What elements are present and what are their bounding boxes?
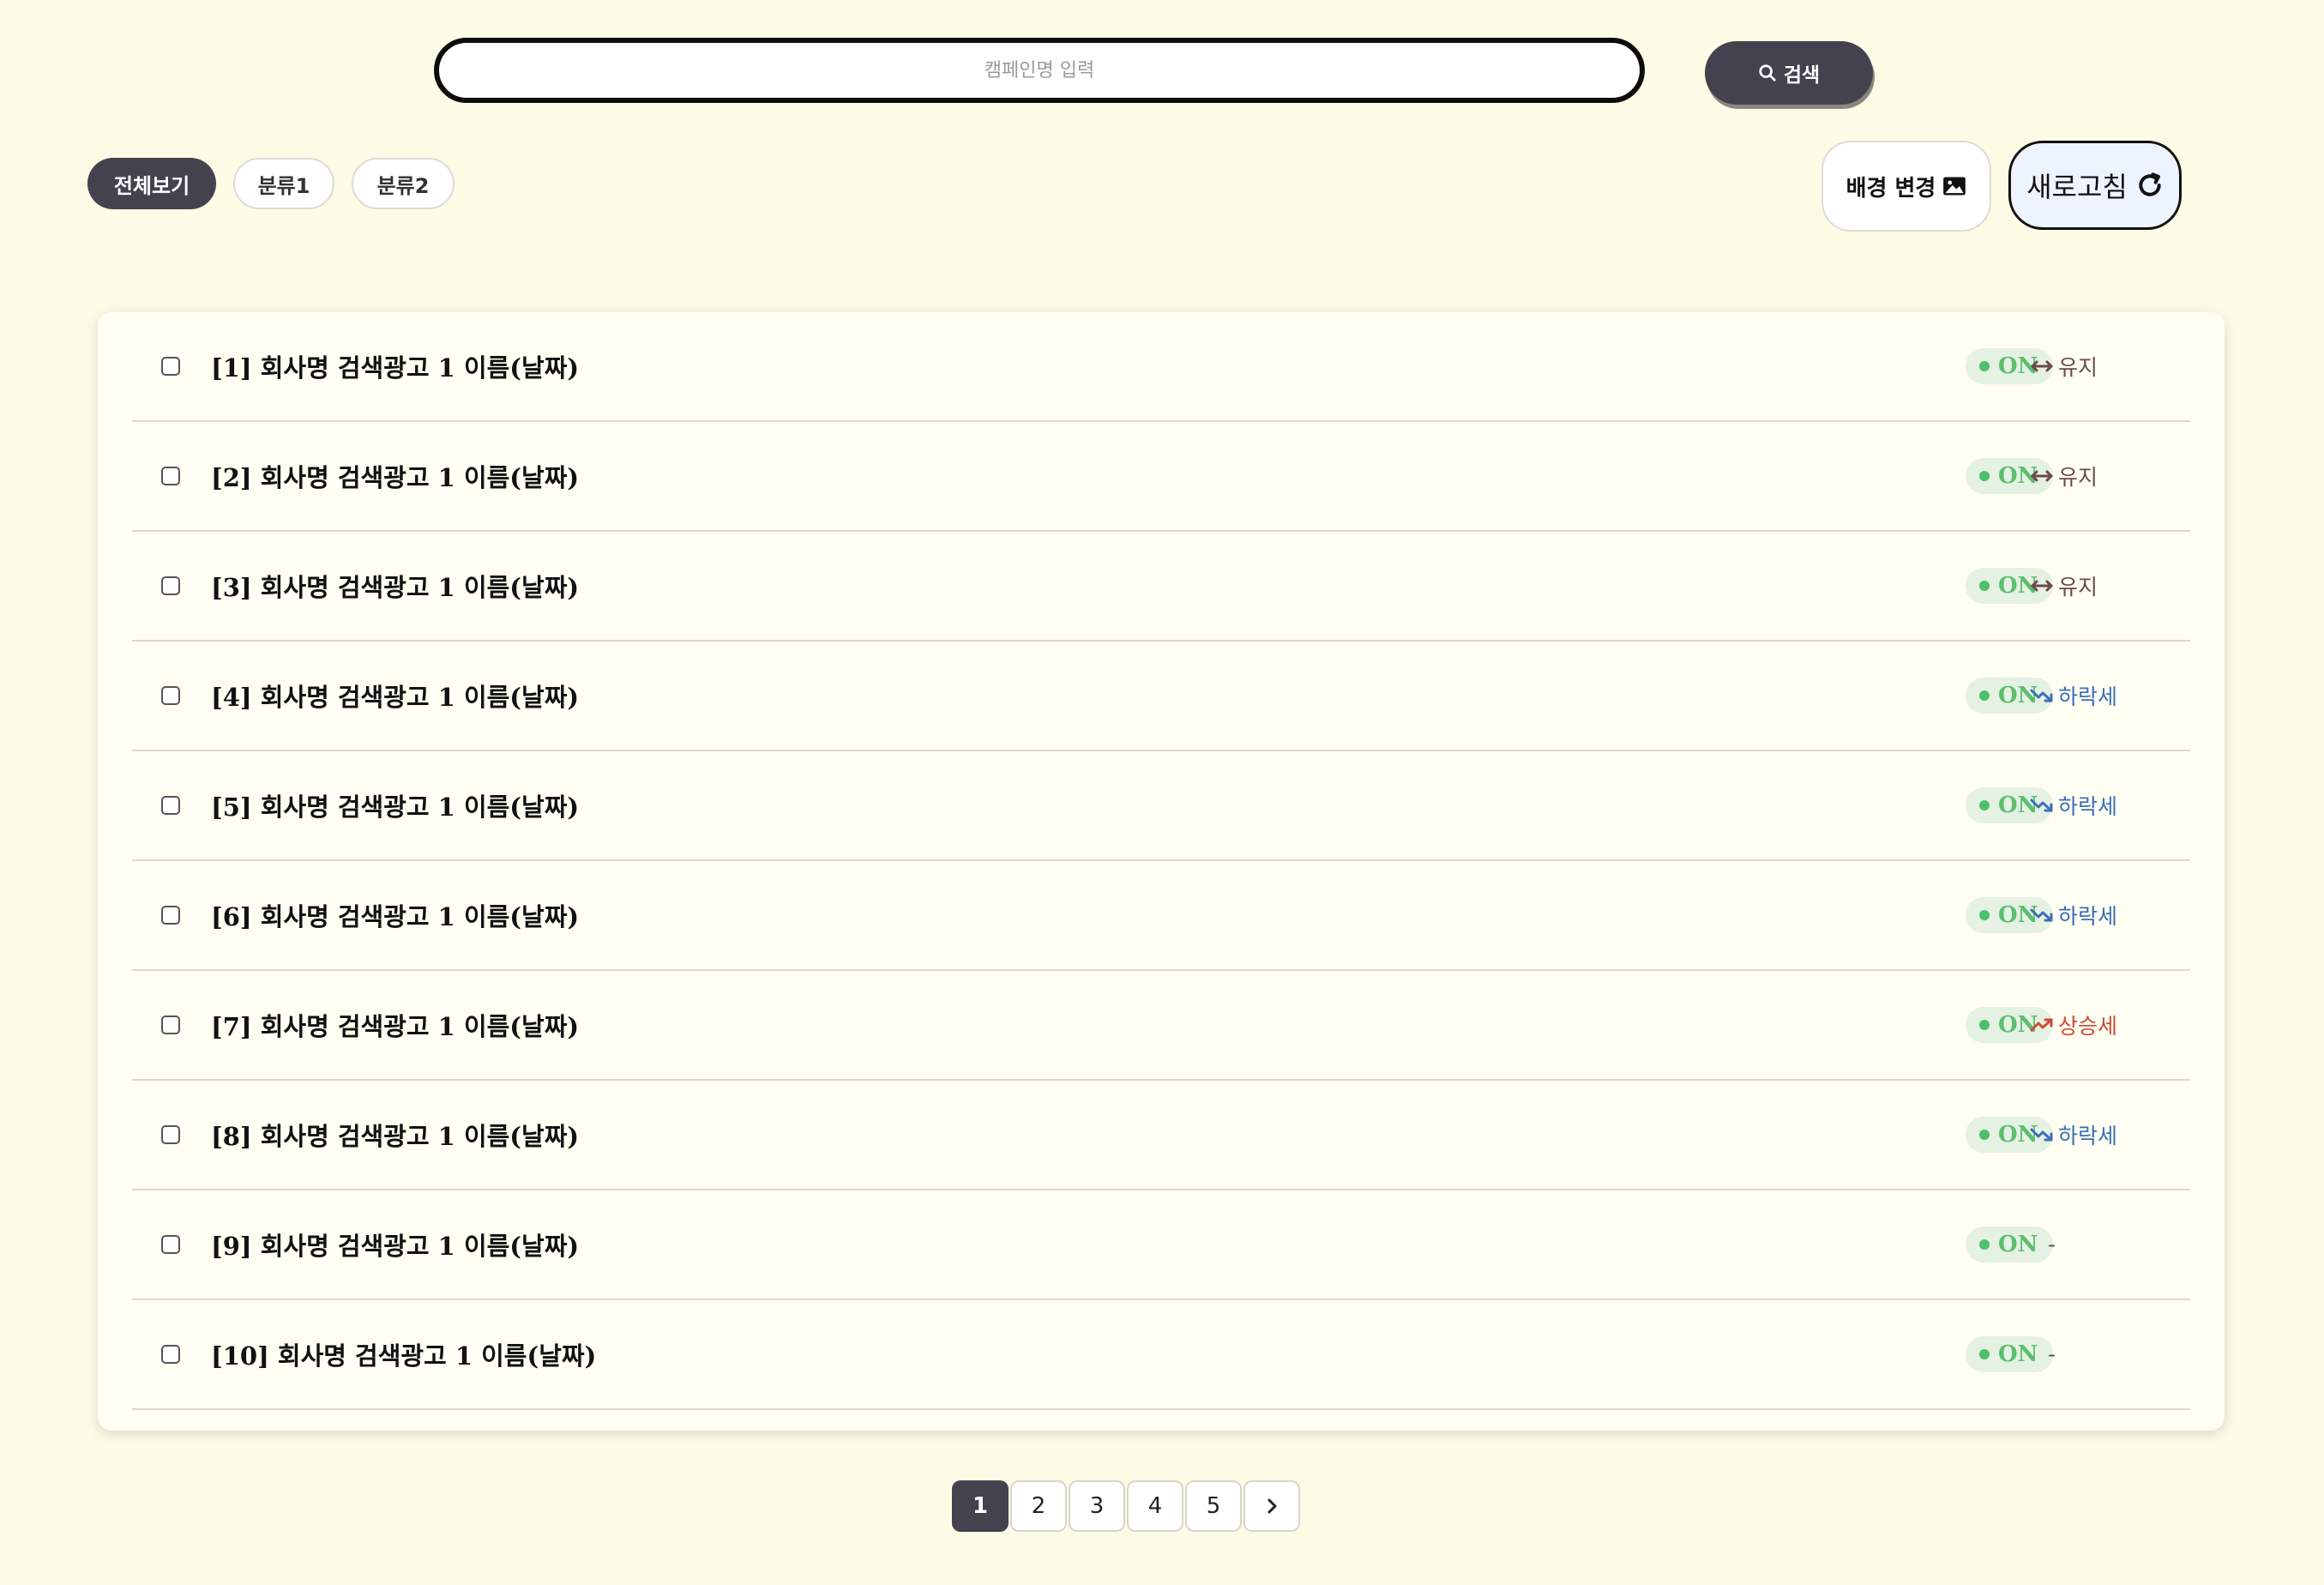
row-checkbox[interactable] xyxy=(161,1015,180,1034)
campaign-title[interactable]: [4] 회사명 검색광고 1 이름(날짜) xyxy=(211,678,579,714)
campaign-row: [2] 회사명 검색광고 1 이름(날짜) ON 유지 xyxy=(132,422,2190,532)
filter-category-1[interactable]: 분류1 xyxy=(233,158,334,209)
trend-label: 하락세 xyxy=(2058,1124,2118,1148)
status-label: ON xyxy=(1998,1341,2038,1367)
refresh-button[interactable]: 새로고침 xyxy=(2008,141,2182,230)
trend-indicator: 유지 xyxy=(2029,461,2098,491)
status-dot-icon xyxy=(1979,1239,1990,1250)
trend-indicator: 하락세 xyxy=(2029,900,2117,931)
search-icon xyxy=(1759,64,1776,81)
campaign-row: [8] 회사명 검색광고 1 이름(날짜) ON 하락세 xyxy=(132,1081,2190,1190)
filter-all-label: 전체보기 xyxy=(113,173,190,198)
trend-indicator: - xyxy=(2048,1232,2056,1257)
search-button-label: 검색 xyxy=(1783,64,1821,87)
campaign-list-card: [1] 회사명 검색광고 1 이름(날짜) ON 유지 [2] 회사명 검색광고 1 … xyxy=(98,312,2225,1431)
page-4-button[interactable]: 4 xyxy=(1127,1480,1183,1532)
image-icon xyxy=(1943,177,1966,196)
filter-category-2[interactable]: 분류2 xyxy=(352,158,455,209)
trend-label: 하락세 xyxy=(2058,904,2118,929)
filter-all[interactable]: 전체보기 xyxy=(87,158,216,209)
change-background-label: 배경 변경 xyxy=(1845,175,1936,202)
trending-down-icon xyxy=(2030,908,2053,922)
trend-indicator: 유지 xyxy=(2029,570,2098,601)
campaign-title[interactable]: [7] 회사명 검색광고 1 이름(날짜) xyxy=(211,1007,579,1043)
campaign-row: [1] 회사명 검색광고 1 이름(날짜) ON 유지 xyxy=(132,312,2190,422)
status-dot-icon xyxy=(1979,361,1990,371)
status-dot-icon xyxy=(1979,471,1990,481)
trend-indicator: 하락세 xyxy=(2029,680,2117,711)
trend-label: 유지 xyxy=(2058,465,2098,490)
row-checkbox[interactable] xyxy=(161,1345,180,1364)
row-checkbox[interactable] xyxy=(161,1235,180,1254)
campaign-row: [7] 회사명 검색광고 1 이름(날짜) ON 상승세 xyxy=(132,971,2190,1081)
change-background-button[interactable]: 배경 변경 xyxy=(1821,141,1991,232)
status-dot-icon xyxy=(1979,581,1990,591)
trending-down-icon xyxy=(2030,799,2053,812)
campaign-title[interactable]: [3] 회사명 검색광고 1 이름(날짜) xyxy=(211,568,579,604)
campaign-title[interactable]: [1] 회사명 검색광고 1 이름(날짜) xyxy=(211,348,579,384)
trend-indicator: 유지 xyxy=(2029,351,2098,382)
status-dot-icon xyxy=(1979,910,1990,920)
filter-category-1-label: 분류1 xyxy=(257,173,310,198)
status-dot-icon xyxy=(1979,800,1990,811)
status-badge[interactable]: ON xyxy=(1966,1226,2054,1263)
campaign-row: [5] 회사명 검색광고 1 이름(날짜) ON 하락세 xyxy=(132,751,2190,861)
campaign-title[interactable]: [10] 회사명 검색광고 1 이름(날짜) xyxy=(211,1336,596,1372)
chevron-right-icon xyxy=(1267,1498,1277,1514)
trend-indicator: 하락세 xyxy=(2029,790,2117,821)
row-checkbox[interactable] xyxy=(161,1125,180,1144)
search-button[interactable]: 검색 xyxy=(1705,41,1873,105)
status-dot-icon xyxy=(1979,1020,1990,1030)
trend-label: 유지 xyxy=(2058,355,2098,380)
filter-category-2-label: 분류2 xyxy=(376,173,430,198)
refresh-icon xyxy=(2139,172,2161,196)
trend-label: 상승세 xyxy=(2058,1014,2118,1039)
campaign-title[interactable]: [2] 회사명 검색광고 1 이름(날짜) xyxy=(211,458,579,494)
status-label: ON xyxy=(1998,1232,2038,1257)
trend-label: 하락세 xyxy=(2058,684,2118,709)
campaign-row: [4] 회사명 검색광고 1 이름(날짜) ON 하락세 xyxy=(132,642,2190,751)
campaign-title[interactable]: [9] 회사명 검색광고 1 이름(날짜) xyxy=(211,1226,579,1263)
trending-down-icon xyxy=(2030,689,2053,702)
page-1-button[interactable]: 1 xyxy=(952,1480,1008,1532)
campaign-title[interactable]: [6] 회사명 검색광고 1 이름(날짜) xyxy=(211,897,579,933)
trend-indicator: 하락세 xyxy=(2029,1119,2117,1150)
trend-label: - xyxy=(2048,1232,2056,1257)
status-dot-icon xyxy=(1979,690,1990,701)
arrows-horizontal-icon xyxy=(2031,360,2053,372)
trend-label: 하락세 xyxy=(2058,794,2118,819)
refresh-label: 새로고침 xyxy=(2026,171,2128,203)
trending-down-icon xyxy=(2030,1128,2053,1142)
trend-label: 유지 xyxy=(2058,575,2098,600)
status-dot-icon xyxy=(1979,1130,1990,1140)
campaign-title[interactable]: [5] 회사명 검색광고 1 이름(날짜) xyxy=(211,787,579,823)
campaign-row: [6] 회사명 검색광고 1 이름(날짜) ON 하락세 xyxy=(132,861,2190,971)
page-3-button[interactable]: 3 xyxy=(1069,1480,1125,1532)
page-2-button[interactable]: 2 xyxy=(1010,1480,1067,1532)
trend-label: - xyxy=(2048,1341,2056,1367)
trend-indicator: 상승세 xyxy=(2029,1009,2117,1040)
pagination: 12345 xyxy=(952,1480,1300,1532)
trend-indicator: - xyxy=(2048,1342,2056,1367)
page-5-button[interactable]: 5 xyxy=(1185,1480,1242,1532)
row-checkbox[interactable] xyxy=(161,467,180,485)
search-input[interactable] xyxy=(434,38,1645,103)
row-checkbox[interactable] xyxy=(161,357,180,376)
status-badge[interactable]: ON xyxy=(1966,1336,2054,1372)
row-checkbox[interactable] xyxy=(161,576,180,595)
trending-up-icon xyxy=(2030,1018,2053,1032)
arrows-horizontal-icon xyxy=(2031,470,2053,482)
campaign-row: [3] 회사명 검색광고 1 이름(날짜) ON 유지 xyxy=(132,532,2190,642)
campaign-row: [9] 회사명 검색광고 1 이름(날짜) ON - xyxy=(132,1190,2190,1300)
next-page-button[interactable] xyxy=(1243,1480,1300,1532)
row-checkbox[interactable] xyxy=(161,686,180,705)
campaign-list: [1] 회사명 검색광고 1 이름(날짜) ON 유지 [2] 회사명 검색광고 1 … xyxy=(132,312,2190,1410)
row-checkbox[interactable] xyxy=(161,796,180,815)
status-dot-icon xyxy=(1979,1349,1990,1359)
arrows-horizontal-icon xyxy=(2031,580,2053,592)
row-checkbox[interactable] xyxy=(161,906,180,925)
campaign-title[interactable]: [8] 회사명 검색광고 1 이름(날짜) xyxy=(211,1117,579,1153)
campaign-row: [10] 회사명 검색광고 1 이름(날짜) ON - xyxy=(132,1300,2190,1410)
